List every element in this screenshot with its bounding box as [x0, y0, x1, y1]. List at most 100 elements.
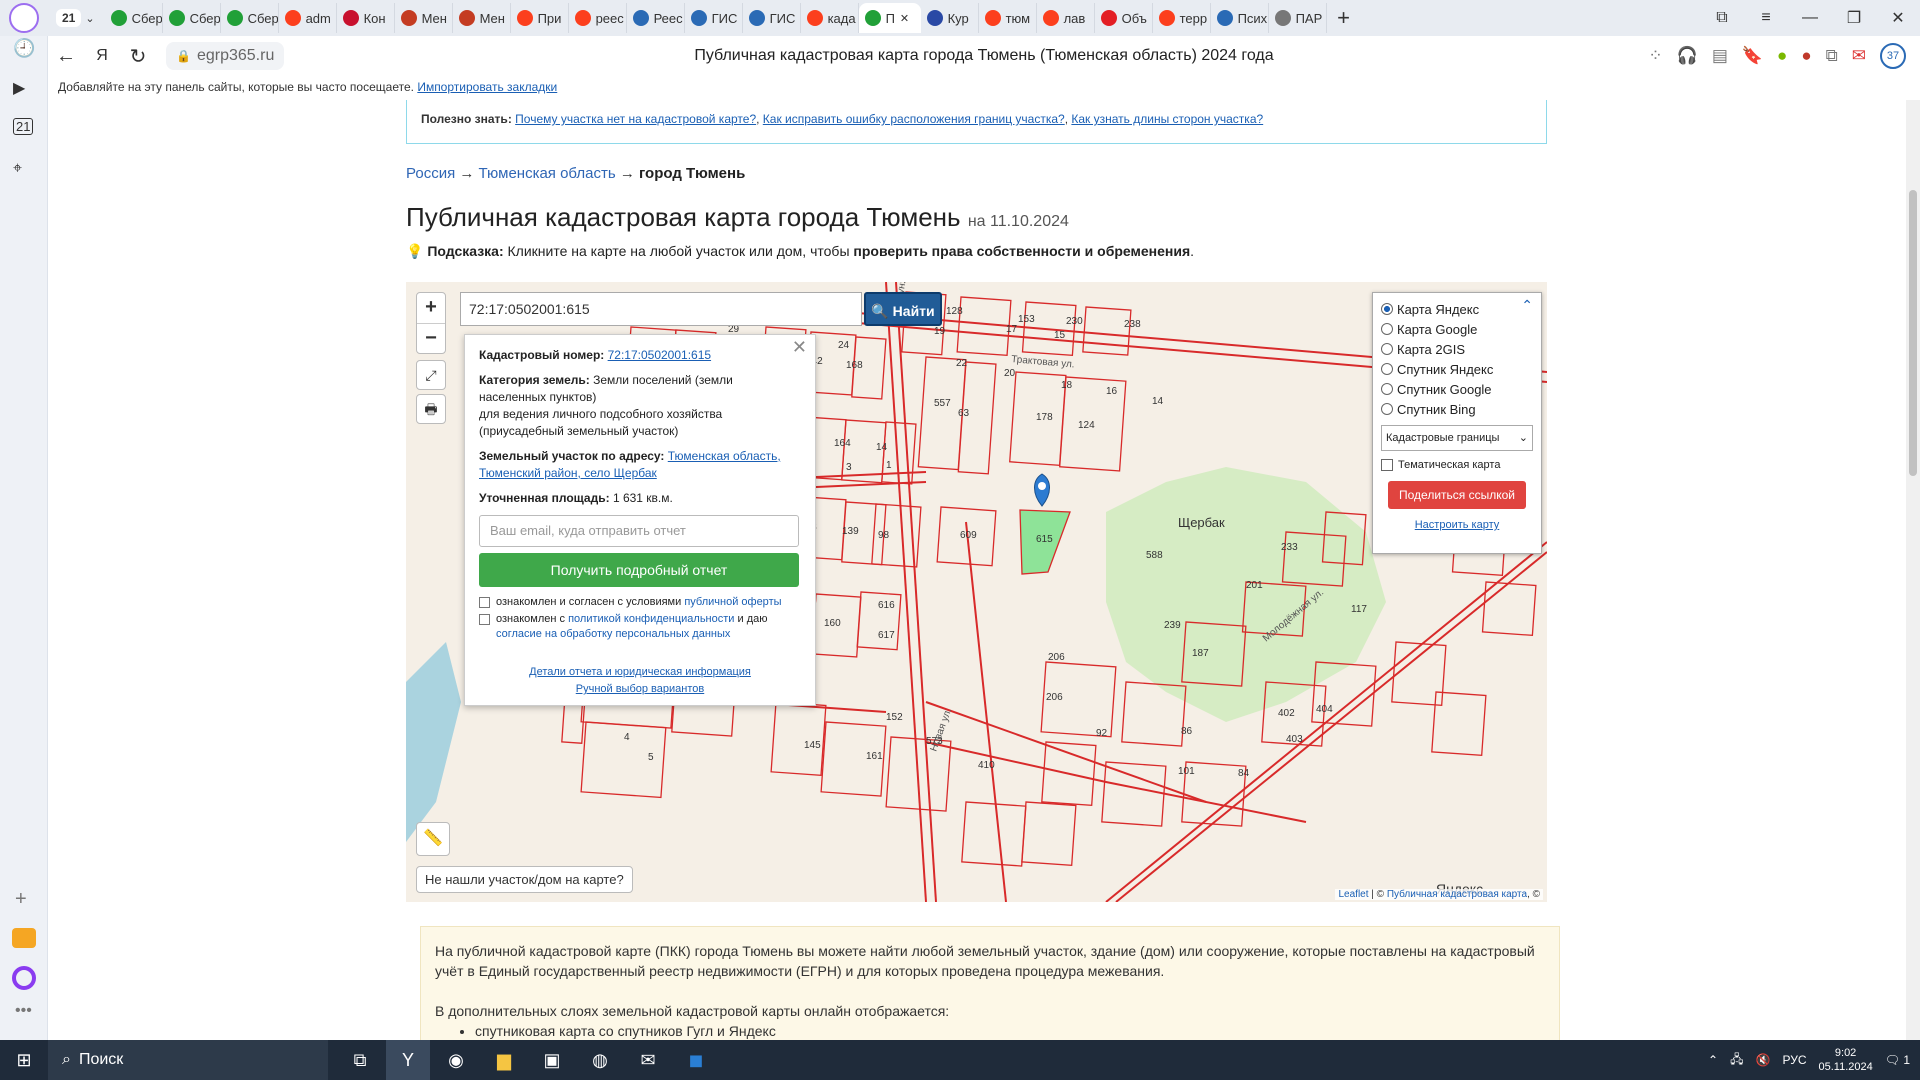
- layer-option[interactable]: Карта 2GIS: [1381, 339, 1533, 359]
- breadcrumb-russia[interactable]: Россия: [406, 165, 455, 182]
- pkk-link[interactable]: Публичная кадастровая карта: [1387, 889, 1527, 900]
- browser-tab[interactable]: adm: [279, 3, 337, 33]
- layer-option[interactable]: Спутник Яндекс: [1381, 359, 1533, 379]
- close-icon[interactable]: ✕: [792, 338, 807, 356]
- outlook-icon[interactable]: ◼: [674, 1040, 718, 1080]
- layer-radio[interactable]: [1381, 343, 1393, 355]
- leaflet-link[interactable]: Leaflet: [1338, 889, 1368, 900]
- windows-start-icon[interactable]: ⊞: [0, 1050, 48, 1071]
- layer-option[interactable]: Спутник Google: [1381, 379, 1533, 399]
- fullscreen-button[interactable]: ⤢: [416, 360, 446, 390]
- link-parcel-missing[interactable]: Почему участка нет на кадастровой карте?: [515, 112, 756, 126]
- browser-tab[interactable]: ГИС: [743, 3, 801, 33]
- back-icon[interactable]: ←: [48, 45, 84, 68]
- browser-tab[interactable]: Реес: [627, 3, 685, 33]
- find-button[interactable]: 🔍 Найти: [864, 292, 942, 326]
- privacy-checkbox[interactable]: [479, 614, 490, 625]
- yandex-browser-icon[interactable]: Y: [386, 1040, 430, 1080]
- history-icon[interactable]: 🕘: [13, 38, 35, 59]
- account-icon[interactable]: 37: [1880, 43, 1906, 69]
- browser-tab[interactable]: када: [801, 3, 859, 33]
- setup-map-link[interactable]: Настроить карту: [1415, 519, 1500, 531]
- more-icon[interactable]: •••: [15, 1002, 32, 1020]
- offer-checkbox-row[interactable]: ознакомлен и согласен с условиями публич…: [479, 595, 801, 610]
- layer-option[interactable]: Спутник Bing: [1381, 399, 1533, 419]
- restore-button[interactable]: ❐: [1832, 8, 1876, 28]
- browser-tab[interactable]: лав: [1037, 3, 1095, 33]
- network-icon[interactable]: 🖧: [1730, 1050, 1743, 1071]
- extension-green-icon[interactable]: ●: [1777, 46, 1787, 66]
- layer-radio[interactable]: [1381, 383, 1393, 395]
- notifications-icon[interactable]: 🗨 1: [1885, 1053, 1910, 1067]
- get-report-button[interactable]: Получить подробный отчет: [479, 553, 799, 587]
- play-icon[interactable]: ▶: [13, 78, 25, 98]
- edge-icon[interactable]: ◉: [434, 1040, 478, 1080]
- task-view-icon[interactable]: ⧉: [338, 1040, 382, 1080]
- extension-owl-icon[interactable]: ●: [1801, 46, 1811, 66]
- add-panel-icon[interactable]: +: [15, 888, 27, 911]
- browser-tab[interactable]: Сбер: [105, 3, 163, 33]
- browser-tab[interactable]: реес: [569, 3, 627, 33]
- print-button[interactable]: 🖶: [416, 394, 446, 424]
- layer-radio[interactable]: [1381, 323, 1393, 335]
- browser-tab[interactable]: Кон: [337, 3, 395, 33]
- new-tab-button[interactable]: +: [1327, 5, 1361, 31]
- layer-radio[interactable]: [1381, 303, 1393, 315]
- browser-tab[interactable]: ПАР: [1269, 3, 1327, 33]
- bookmark-icon[interactable]: 🔖: [1742, 46, 1763, 66]
- thematic-checkbox[interactable]: [1381, 459, 1393, 471]
- link-fix-boundaries[interactable]: Как исправить ошибку расположения границ…: [763, 112, 1065, 126]
- cad-number-link[interactable]: 72:17:0502001:615: [608, 348, 711, 362]
- browser-tab[interactable]: При: [511, 3, 569, 33]
- extensions-icon[interactable]: ⁘: [1648, 46, 1662, 66]
- browser-tab[interactable]: Объ: [1095, 3, 1153, 33]
- browser-tab[interactable]: терр: [1153, 3, 1211, 33]
- yandex-icon[interactable]: Я: [84, 47, 120, 65]
- email-field[interactable]: Ваш email, куда отправить отчет: [479, 515, 799, 547]
- layer-option[interactable]: Карта Google: [1381, 319, 1533, 339]
- privacy-link[interactable]: политикой конфиденциальности: [568, 613, 734, 625]
- browser-tab[interactable]: Мен: [453, 3, 511, 33]
- minimize-button[interactable]: —: [1788, 9, 1832, 27]
- import-bookmarks-link[interactable]: Импортировать закладки: [417, 80, 557, 94]
- close-tab-icon[interactable]: ✕: [900, 12, 909, 25]
- cadastral-search-input[interactable]: 72:17:0502001:615: [460, 292, 862, 326]
- breadcrumb-region[interactable]: Тюменская область: [479, 165, 616, 182]
- browser-tab[interactable]: П ✕: [858, 3, 921, 33]
- store-icon[interactable]: ▣: [530, 1040, 574, 1080]
- clock[interactable]: 9:02 05.11.2024: [1818, 1046, 1872, 1074]
- close-window-button[interactable]: ✕: [1876, 8, 1920, 28]
- browser-tab[interactable]: тюм: [979, 3, 1037, 33]
- reader-icon[interactable]: ▤: [1712, 46, 1728, 66]
- headphones-icon[interactable]: 🎧: [1677, 46, 1698, 66]
- screenshot-icon[interactable]: ⌖: [13, 160, 22, 178]
- layer-radio[interactable]: [1381, 363, 1393, 375]
- not-found-button[interactable]: Не нашли участок/дом на карте?: [416, 866, 633, 893]
- layer-radio[interactable]: [1381, 403, 1393, 415]
- cadastral-map[interactable]: 1281532302381631421685576317812410617616…: [406, 282, 1547, 902]
- tabs-icon[interactable]: ⧉: [1700, 9, 1744, 27]
- reload-icon[interactable]: ↻: [120, 44, 156, 69]
- details-link[interactable]: Детали отчета и юридическая информация: [529, 666, 751, 678]
- thematic-checkbox-row[interactable]: Тематическая карта: [1381, 459, 1533, 471]
- mail-icon[interactable]: [12, 928, 36, 948]
- file-explorer-icon[interactable]: ▆: [482, 1040, 526, 1080]
- browser-tab[interactable]: Сбер: [163, 3, 221, 33]
- manual-select-link[interactable]: Ручной выбор вариантов: [576, 683, 704, 695]
- browser-tab[interactable]: ГИС: [685, 3, 743, 33]
- collections-icon[interactable]: ⧉: [1826, 46, 1838, 66]
- page-scrollbar[interactable]: [1906, 100, 1920, 1040]
- offer-checkbox[interactable]: [479, 597, 490, 608]
- link-side-lengths[interactable]: Как узнать длины сторон участка?: [1071, 112, 1263, 126]
- calendar-icon[interactable]: 21: [13, 118, 34, 135]
- chevron-up-icon[interactable]: ⌃: [1521, 297, 1533, 314]
- chevron-up-icon[interactable]: ⌃: [1708, 1053, 1718, 1067]
- browser-tab[interactable]: Псих: [1211, 3, 1269, 33]
- menu-icon[interactable]: ≡: [1744, 9, 1788, 27]
- tab-counter[interactable]: 21 ⌄: [56, 6, 95, 30]
- offer-link[interactable]: публичной оферты: [684, 596, 781, 608]
- scrollbar-thumb[interactable]: [1909, 190, 1917, 476]
- privacy-checkbox-row[interactable]: ознакомлен с политикой конфиденциальност…: [479, 612, 801, 642]
- browser-tab[interactable]: Мен: [395, 3, 453, 33]
- ruler-button[interactable]: 📏: [416, 822, 450, 856]
